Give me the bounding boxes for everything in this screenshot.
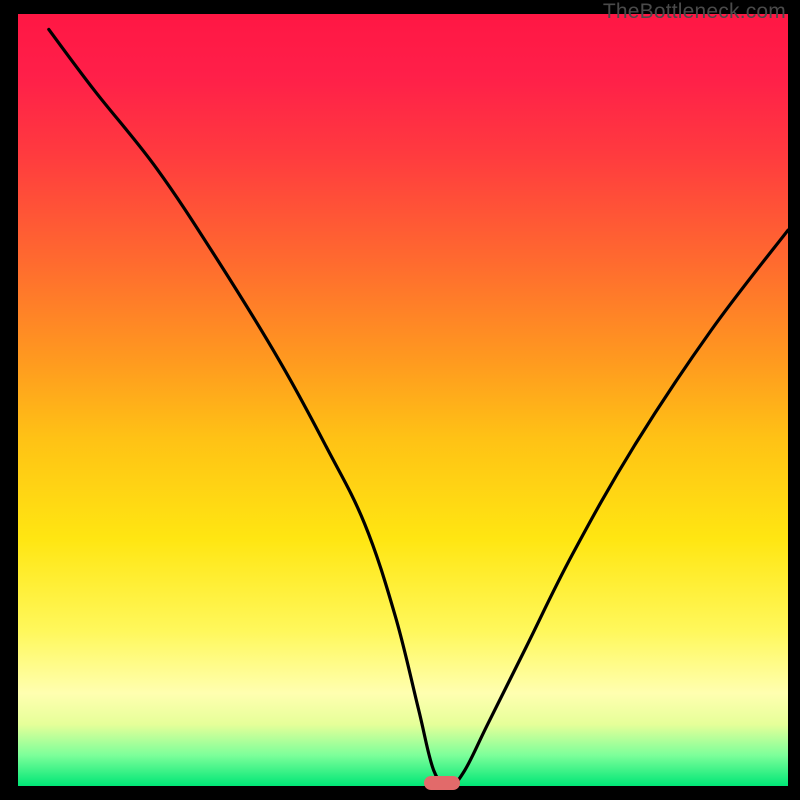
watermark-text: TheBottleneck.com (603, 0, 786, 24)
optimal-point-marker (424, 776, 460, 790)
chart-stage: TheBottleneck.com (0, 0, 800, 800)
bottleneck-curve (18, 14, 788, 786)
